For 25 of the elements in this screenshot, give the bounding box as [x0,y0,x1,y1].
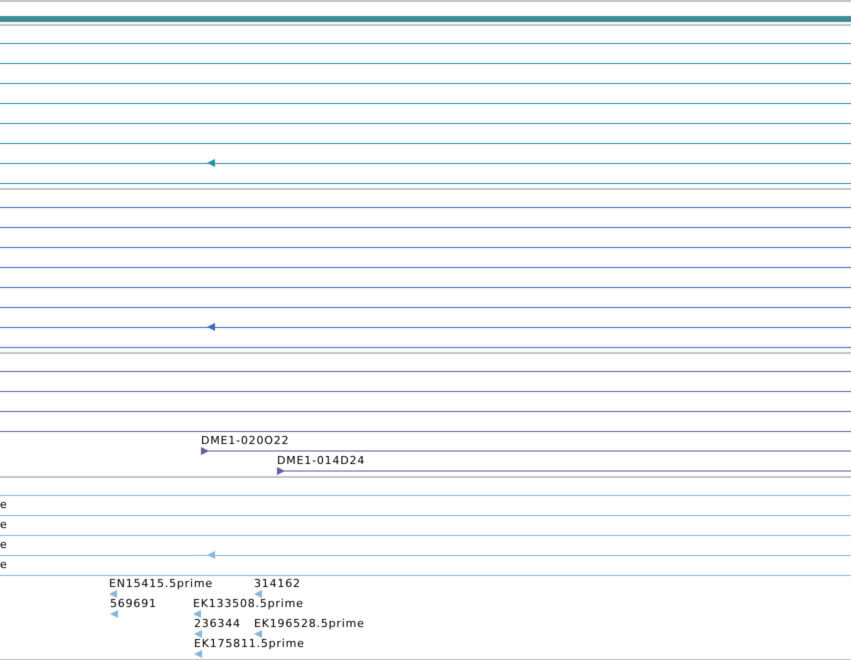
feature-label: EK175811.5prime [194,637,305,650]
feature-label: EK133508.5prime [193,597,304,610]
feature-label: DME1-014D24 [277,454,366,467]
feature-label: EN15415.5prime [109,577,213,590]
row-label: e [0,558,7,571]
row-label: e [0,538,7,551]
arrow-left-icon[interactable] [193,610,201,618]
row-label: e [0,498,7,511]
arrow-left-icon[interactable] [254,630,262,638]
feature-label: EK196528.5prime [254,617,365,630]
arrow-left-icon[interactable] [207,159,215,167]
arrow-left-icon[interactable] [207,551,215,559]
arrow-left-icon[interactable] [194,630,202,638]
row-label: e [0,518,7,531]
feature-label: DME1-020O22 [201,434,290,447]
arrow-left-icon[interactable] [109,590,117,598]
arrow-left-icon[interactable] [110,610,118,618]
feature-label: 236344 [194,617,241,630]
feature-label: 314162 [254,577,301,590]
feature-span[interactable] [277,467,851,475]
arrow-left-icon[interactable] [254,590,262,598]
arrow-left-icon[interactable] [207,323,215,331]
arrow-left-icon[interactable] [194,650,202,658]
feature-span[interactable] [201,447,851,455]
feature-label: 569691 [110,597,157,610]
